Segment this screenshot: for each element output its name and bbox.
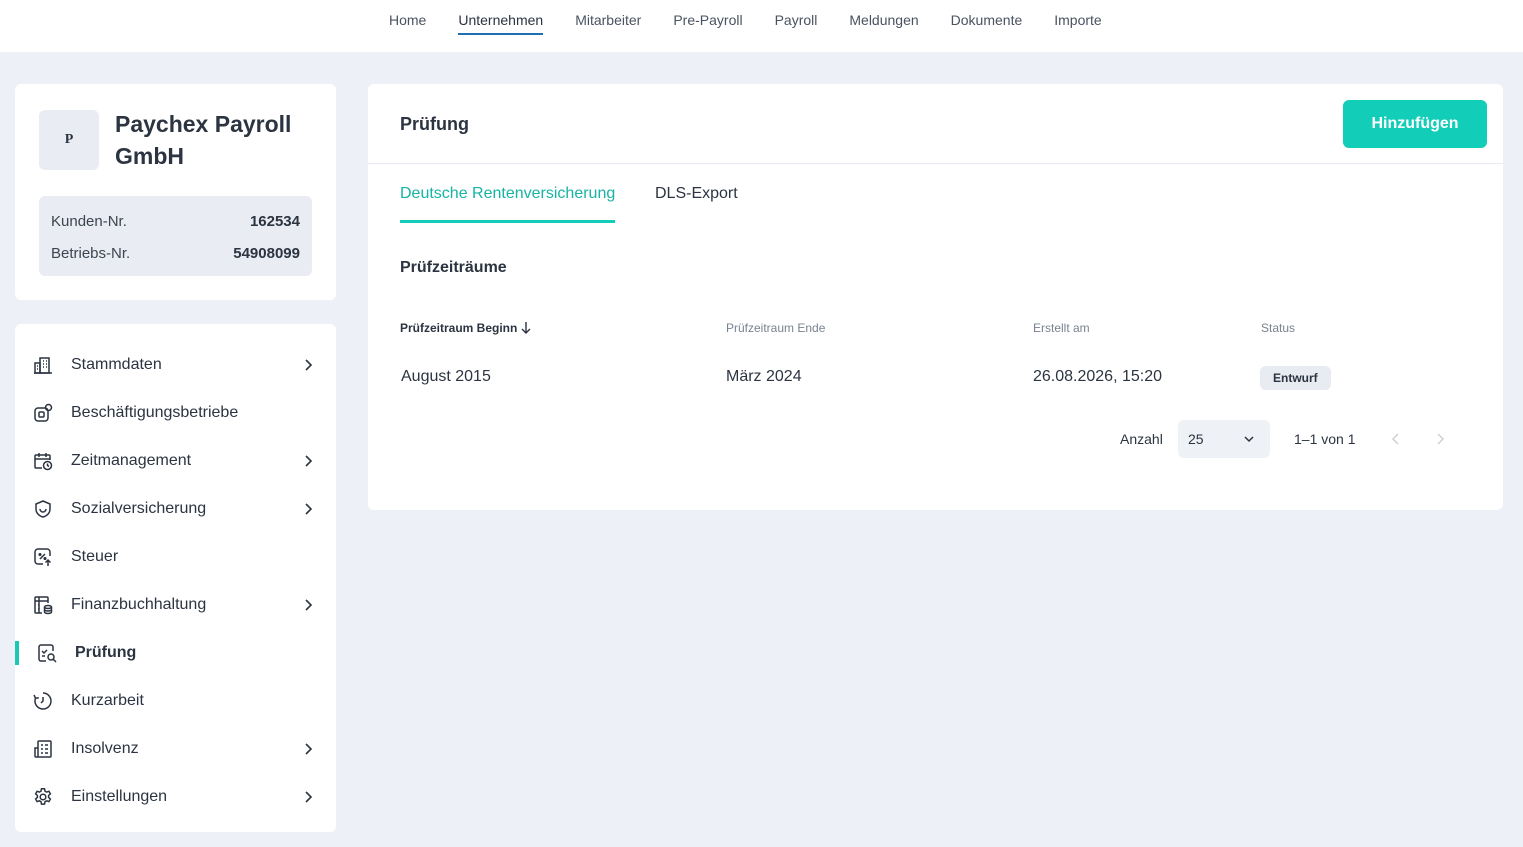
sidebar-item-zeitmanagement[interactable]: Zeitmanagement [15, 441, 336, 481]
company-name: Paychex Payroll GmbH [115, 111, 292, 169]
tax-percent-icon [34, 548, 52, 566]
main-panel: Prüfung Hinzufügen Deutsche Rentenversic… [368, 84, 1503, 510]
gear-icon [34, 788, 52, 805]
nav-meldungen[interactable]: Meldungen [833, 0, 934, 52]
sidebar-item-label: Zeitmanagement [71, 452, 192, 469]
chevron-right-icon [305, 503, 313, 515]
chevron-right-icon[interactable] [1432, 431, 1448, 447]
chevron-right-icon [305, 359, 313, 371]
top-nav-items: Home Unternehmen Mitarbeiter Pre-Payroll… [373, 0, 1118, 52]
sidebar-item-beschaeftigungsbetriebe[interactable]: Beschäftigungsbetriebe [15, 393, 336, 433]
chevron-right-icon [305, 455, 313, 467]
nav-home[interactable]: Home [373, 0, 442, 52]
sidebar-item-einstellungen[interactable]: Einstellungen [15, 777, 336, 817]
customer-number-label: Kunden-Nr. [51, 213, 127, 230]
chevron-down-icon [1244, 436, 1254, 443]
cell-created[interactable]: 26.08.2026, 15:20 [1033, 366, 1162, 388]
ledger-icon [34, 596, 53, 615]
page-size-select[interactable]: 25 [1178, 420, 1270, 458]
company-number-label: Betriebs-Nr. [51, 245, 131, 262]
sort-descending-icon[interactable] [520, 321, 532, 335]
sidebar-item-sozialversicherung[interactable]: Sozialversicherung [15, 489, 336, 529]
sidebar-item-label: Finanzbuchhaltung [71, 596, 207, 613]
sidebar-item-finanzbuchhaltung[interactable]: Finanzbuchhaltung [15, 585, 336, 625]
sidebar-item-pruefung[interactable]: Prüfung [15, 633, 336, 673]
audit-search-icon [38, 644, 57, 663]
chevron-left-icon[interactable] [1388, 431, 1404, 447]
add-button[interactable]: Hinzufügen [1343, 100, 1487, 148]
sidebar-item-label: Prüfung [75, 644, 137, 661]
nav-unternehmen[interactable]: Unternehmen [442, 0, 559, 52]
sidebar-item-label: Kurzarbeit [71, 692, 144, 709]
column-header-erstellt[interactable]: Erstellt am [1033, 320, 1090, 336]
sidebar-item-label: Sozialversicherung [71, 500, 207, 517]
column-header-beginn[interactable]: Prüfzeitraum Beginn [400, 320, 517, 336]
nav-importe[interactable]: Importe [1038, 0, 1117, 52]
section-title: Prüfzeiträume [400, 259, 507, 276]
timer-icon [33, 692, 52, 710]
sidebar-item-label: Einstellungen [71, 788, 168, 805]
document-list-icon [34, 740, 52, 758]
sidebar-item-label: Insolvenz [71, 740, 139, 757]
sidebar-item-steuer[interactable]: Steuer [15, 537, 336, 577]
pagination-range: 1–1 von 1 [1294, 431, 1356, 447]
tab-dls-export[interactable]: DLS-Export [655, 180, 738, 224]
page-size-value: 25 [1188, 431, 1204, 447]
nav-mitarbeiter[interactable]: Mitarbeiter [559, 0, 657, 52]
calendar-clock-icon [34, 453, 53, 471]
header-divider [368, 163, 1503, 164]
nav-payroll[interactable]: Payroll [759, 0, 834, 52]
shield-icon [35, 500, 51, 518]
top-navigation: Home Unternehmen Mitarbeiter Pre-Payroll… [0, 0, 1523, 52]
page-title: Prüfung [400, 114, 469, 134]
company-number-value: 54908099 [233, 245, 300, 262]
sidebar-item-label: Steuer [71, 548, 119, 565]
sidebar-item-label: Beschäftigungsbetriebe [71, 404, 239, 421]
building-icon [34, 357, 52, 374]
chevron-right-icon [305, 791, 313, 803]
column-header-status[interactable]: Status [1261, 320, 1295, 336]
status-badge: Entwurf [1260, 366, 1331, 390]
cell-begin[interactable]: August 2015 [401, 366, 491, 388]
sidebar-item-stammdaten[interactable]: Stammdaten [15, 345, 336, 385]
business-location-icon [34, 403, 53, 422]
page-size-label: Anzahl [1120, 431, 1163, 447]
customer-number-value: 162534 [249, 213, 300, 230]
company-number-row: Betriebs-Nr. 54908099 [51, 238, 300, 270]
sidebar: Stammdaten Beschäftigungsbetriebe Zeitma… [15, 324, 336, 832]
company-card: P Paychex Payroll GmbH Kunden-Nr. 162534… [15, 84, 336, 300]
chevron-right-icon [305, 599, 313, 611]
company-avatar: P [39, 110, 99, 170]
tab-deutsche-rentenversicherung[interactable]: Deutsche Rentenversicherung [400, 180, 616, 224]
sidebar-item-insolvenz[interactable]: Insolvenz [15, 729, 336, 769]
customer-number-row: Kunden-Nr. 162534 [51, 206, 300, 238]
sidebar-item-kurzarbeit[interactable]: Kurzarbeit [15, 681, 336, 721]
nav-dokumente[interactable]: Dokumente [935, 0, 1039, 52]
cell-end[interactable]: März 2024 [726, 366, 802, 388]
sidebar-item-label: Stammdaten [71, 356, 162, 373]
nav-pre-payroll[interactable]: Pre-Payroll [657, 0, 758, 52]
chevron-right-icon [305, 743, 313, 755]
company-ids: Kunden-Nr. 162534 Betriebs-Nr. 54908099 [39, 196, 312, 276]
column-header-ende[interactable]: Prüfzeitraum Ende [726, 320, 825, 336]
